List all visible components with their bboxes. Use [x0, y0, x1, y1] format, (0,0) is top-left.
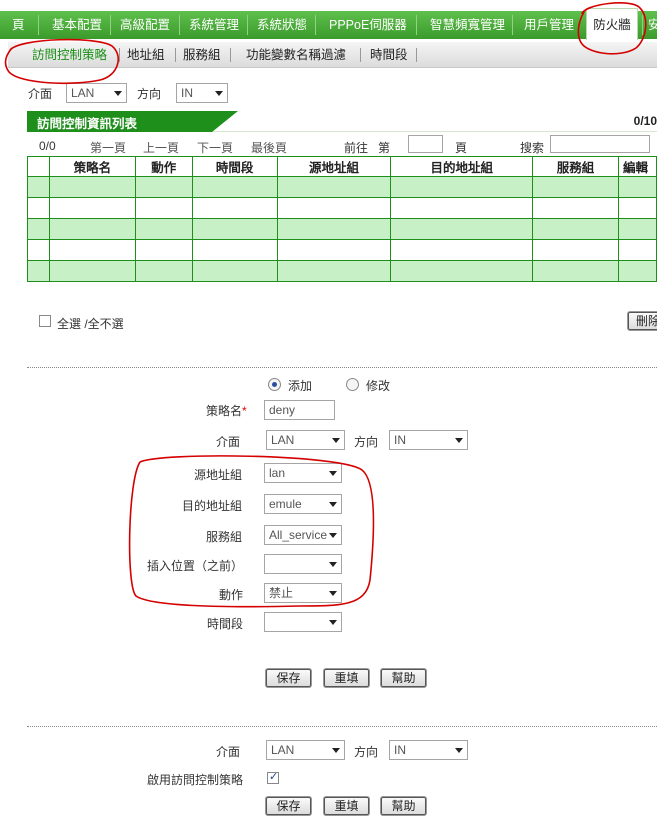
- annotation-circle-firewall-tab: [577, 2, 647, 55]
- annotation-circle-access-control-tab: [4, 38, 120, 85]
- annotation-layer: [4, 2, 647, 608]
- annotation-circle-form-fields: [128, 455, 375, 608]
